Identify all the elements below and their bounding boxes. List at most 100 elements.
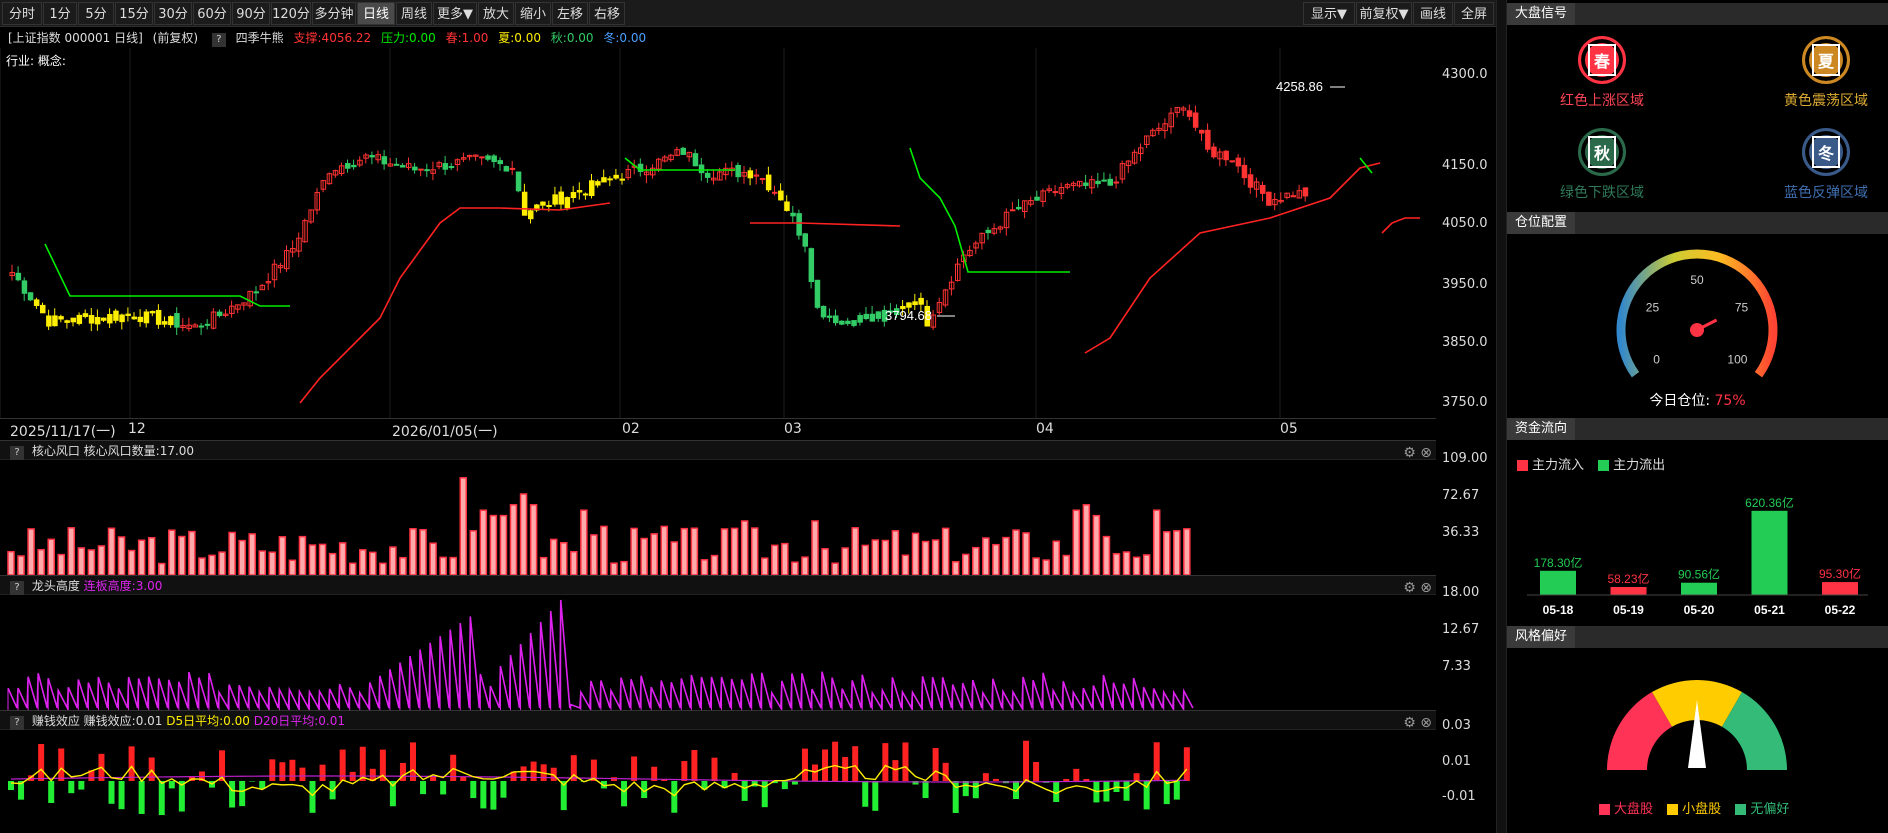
core-bar — [1062, 554, 1070, 575]
candle — [204, 319, 211, 330]
gear-icon[interactable]: ⚙ — [1403, 715, 1416, 731]
toolbar-btn-7[interactable]: 120分 — [271, 2, 311, 25]
core-bar — [469, 530, 478, 575]
close-icon[interactable]: ⊗ — [1420, 715, 1432, 731]
candle — [137, 309, 144, 327]
candlestick-chart[interactable]: 4258.86 3794.68 — [0, 48, 1436, 418]
indicator-name: 四季牛熊 — [235, 31, 284, 45]
core-bar — [700, 559, 709, 575]
toolbar-right-btn-0[interactable]: 显示▼ — [1303, 2, 1355, 25]
core-bar — [1173, 530, 1181, 575]
signal-icon: 夏 — [1811, 44, 1840, 76]
core-bar — [67, 527, 76, 575]
candle — [1150, 128, 1156, 137]
candle — [680, 146, 686, 155]
toolbar-btn-15[interactable]: 右移 — [589, 2, 625, 25]
toolbar-btn-8[interactable]: 多分钟 — [312, 2, 356, 25]
candle — [778, 183, 784, 201]
panel-divider[interactable] — [1496, 0, 1507, 833]
candle — [467, 154, 473, 161]
toolbar-btn-3[interactable]: 15分 — [115, 2, 153, 25]
position-title: 仓位配置 — [1507, 212, 1576, 234]
candle — [1022, 200, 1028, 219]
candle — [948, 276, 955, 296]
style-header: 风格偏好 — [1507, 626, 1888, 648]
candle — [582, 192, 589, 200]
profit-bar — [962, 781, 969, 797]
candle — [363, 152, 369, 164]
core-bar — [570, 550, 578, 575]
profit-bar — [862, 781, 869, 807]
candle — [796, 209, 802, 240]
core-bar — [1002, 536, 1010, 575]
profit-bar — [158, 781, 165, 816]
gear-icon[interactable]: ⚙ — [1403, 580, 1416, 596]
toolbar-btn-6[interactable]: 90分 — [232, 2, 270, 25]
flow-bar — [1751, 510, 1788, 595]
candle — [991, 223, 998, 236]
toolbar-btn-10[interactable]: 周线 — [396, 2, 432, 25]
candle — [772, 185, 778, 196]
core-bar — [117, 536, 126, 575]
gear-icon[interactable]: ⚙ — [1403, 445, 1416, 461]
toolbar-btn-5[interactable]: 60分 — [193, 2, 231, 25]
panel-controls[interactable]: ⚙ ⊗ — [1403, 443, 1432, 463]
toolbar-btn-12[interactable]: 放大 — [478, 2, 514, 25]
candle — [332, 169, 339, 178]
close-icon[interactable]: ⊗ — [1420, 445, 1432, 461]
help-icon[interactable]: ? — [10, 581, 24, 595]
help-icon[interactable]: ? — [211, 33, 226, 47]
profit-bar — [68, 781, 75, 794]
d20-value: D20日平均:0.01 — [253, 714, 346, 728]
core-bar — [740, 520, 749, 575]
toolbar-btn-11[interactable]: 更多▼ — [433, 2, 477, 25]
core-bar — [871, 539, 880, 575]
gauge-tick: 100 — [1727, 352, 1747, 366]
chart-area[interactable]: 分时 1分 5分 15分 30分 60分 90分 120分 多分钟 日线 周线 更多▼ 放大 缩小 左移 右移… — [0, 0, 1496, 833]
profit-bar — [38, 744, 45, 781]
toolbar-btn-9[interactable]: 日线 — [357, 2, 395, 25]
panel-controls[interactable]: ⚙ ⊗ — [1403, 578, 1432, 598]
candle — [650, 164, 656, 179]
flow-category: 05-18 — [1543, 603, 1574, 617]
toolbar-btn-4[interactable]: 30分 — [154, 2, 192, 25]
toolbar-btn-0[interactable]: 分时 — [2, 2, 42, 25]
position-gauge: 0 25 50 75 100 — [1616, 249, 1778, 378]
signal-2: 秋绿色下跌区域 — [1537, 128, 1667, 202]
profit-bar — [269, 759, 276, 781]
core-bar — [781, 542, 789, 575]
core-bar — [248, 533, 256, 575]
candle — [820, 305, 827, 320]
toolbar-right-btn-3[interactable]: 全屏 — [1454, 2, 1494, 25]
panel-controls[interactable]: ⚙ ⊗ — [1403, 713, 1432, 733]
toolbar-btn-1[interactable]: 1分 — [43, 2, 77, 25]
candle — [155, 304, 162, 329]
toolbar-right-btn-1[interactable]: 前复权▼ — [1356, 2, 1412, 25]
candle — [381, 150, 388, 170]
candle — [1040, 188, 1046, 207]
candle — [1162, 118, 1168, 139]
panel-name: 核心风口 — [31, 444, 80, 458]
candle — [296, 232, 302, 258]
signal-label: 绿色下跌区域 — [1560, 185, 1644, 201]
toolbar-btn-13[interactable]: 缩小 — [515, 2, 551, 25]
candle — [1272, 192, 1278, 211]
profit-bar — [138, 781, 145, 814]
candle — [1241, 157, 1248, 185]
gauge-tick: 50 — [1690, 273, 1704, 287]
core-bar — [519, 493, 528, 575]
toolbar-btn-2[interactable]: 5分 — [78, 2, 114, 25]
help-icon[interactable]: ? — [10, 446, 24, 460]
core-bar — [931, 539, 940, 575]
toolbar-right-btn-2[interactable]: 画线 — [1413, 2, 1453, 25]
candle — [1070, 181, 1077, 191]
candle — [534, 203, 540, 213]
candle — [619, 173, 625, 185]
candle — [406, 157, 412, 171]
close-icon[interactable]: ⊗ — [1420, 580, 1432, 596]
profit-bar — [128, 746, 135, 781]
core-bar — [57, 553, 65, 575]
toolbar-btn-14[interactable]: 左移 — [552, 2, 588, 25]
help-icon[interactable]: ? — [10, 716, 24, 730]
profit-bar — [420, 781, 427, 795]
